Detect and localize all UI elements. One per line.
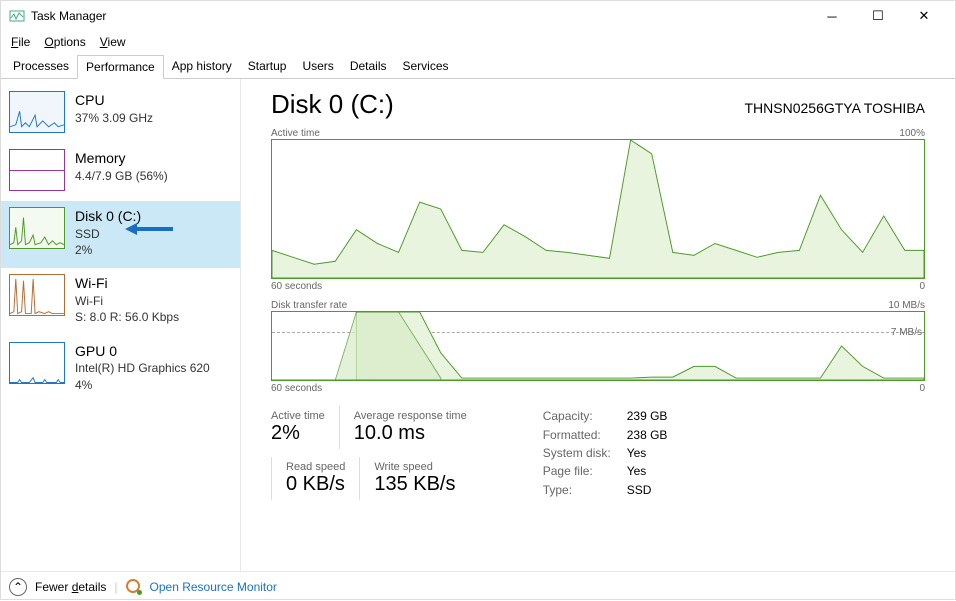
tab-performance[interactable]: Performance: [77, 55, 164, 79]
tab-processes[interactable]: Processes: [5, 55, 77, 78]
gpu-line1: Intel(R) HD Graphics 620: [75, 360, 232, 376]
tab-services[interactable]: Services: [395, 55, 457, 78]
resource-monitor-icon: [126, 579, 142, 595]
sidebar-item-cpu[interactable]: CPU 37% 3.09 GHz: [1, 85, 240, 143]
memory-sub: 4.4/7.9 GB (56%): [75, 168, 232, 184]
memory-title: Memory: [75, 149, 232, 168]
chart2-label-bottomleft: 60 seconds: [271, 383, 322, 394]
stat-avg-response-value: 10.0 ms: [354, 422, 467, 445]
disk-properties-table: Capacity:239 GB Formatted:238 GB System …: [541, 406, 684, 500]
wifi-line2: S: 8.0 R: 56.0 Kbps: [75, 309, 232, 325]
stat-write-speed-label: Write speed: [374, 461, 455, 473]
minimize-button[interactable]: ─: [809, 1, 855, 31]
window-title: Task Manager: [31, 9, 809, 23]
tab-details[interactable]: Details: [342, 55, 395, 78]
stat-active-time-label: Active time: [271, 410, 325, 422]
chart2-label-topleft: Disk transfer rate: [271, 300, 347, 311]
disk-title: Disk 0 (C:): [75, 207, 232, 226]
tabbar: Processes Performance App history Startu…: [1, 53, 955, 79]
sidebar-item-disk0[interactable]: Disk 0 (C:) SSD 2%: [1, 201, 240, 268]
disk-line1: SSD: [75, 226, 232, 242]
disk-line2: 2%: [75, 242, 232, 258]
chart1-label-topleft: Active time: [271, 128, 320, 139]
menu-options[interactable]: Options: [38, 33, 91, 51]
maximize-button[interactable]: ☐: [855, 1, 901, 31]
menu-view[interactable]: View: [94, 33, 132, 51]
gpu-thumbnail-chart: [9, 342, 65, 384]
menu-file[interactable]: File: [5, 33, 36, 51]
cpu-sub: 37% 3.09 GHz: [75, 110, 232, 126]
chart1-label-bottomright: 0: [919, 281, 925, 292]
chart2-label-bottomright: 0: [919, 383, 925, 394]
sidebar-item-memory[interactable]: Memory 4.4/7.9 GB (56%): [1, 143, 240, 201]
tab-startup[interactable]: Startup: [240, 55, 295, 78]
page-title: Disk 0 (C:): [271, 89, 394, 120]
stat-read-speed-value: 0 KB/s: [286, 473, 345, 496]
performance-sidebar: CPU 37% 3.09 GHz Memory 4.4/7.9 GB (56%)…: [1, 79, 241, 571]
stat-read-speed-label: Read speed: [286, 461, 345, 473]
tab-users[interactable]: Users: [294, 55, 341, 78]
sidebar-item-gpu0[interactable]: GPU 0 Intel(R) HD Graphics 620 4%: [1, 336, 240, 403]
wifi-title: Wi-Fi: [75, 274, 232, 293]
main-panel: Disk 0 (C:) THNSN0256GTYA TOSHIBA Active…: [241, 79, 955, 571]
disk-thumbnail-chart: [9, 207, 65, 249]
footer: ⌃ Fewer details | Open Resource Monitor: [1, 571, 955, 601]
memory-thumbnail-chart: [9, 149, 65, 191]
titlebar: Task Manager ─ ☐ ✕: [1, 1, 955, 31]
transfer-rate-chart[interactable]: 7 MB/s: [271, 311, 925, 381]
fewer-details-link[interactable]: Fewer details: [35, 580, 106, 594]
gpu-line2: 4%: [75, 377, 232, 393]
chevron-up-icon[interactable]: ⌃: [9, 578, 27, 596]
chart2-label-topright: 10 MB/s: [888, 300, 925, 311]
menubar: File Options View: [1, 31, 955, 53]
stat-avg-response-label: Average response time: [354, 410, 467, 422]
chart1-label-bottomleft: 60 seconds: [271, 281, 322, 292]
task-manager-icon: [9, 8, 25, 24]
sidebar-item-wifi[interactable]: Wi-Fi Wi-Fi S: 8.0 R: 56.0 Kbps: [1, 268, 240, 335]
tab-app-history[interactable]: App history: [164, 55, 240, 78]
stat-write-speed-value: 135 KB/s: [374, 473, 455, 496]
stat-active-time-value: 2%: [271, 422, 325, 445]
disk-model: THNSN0256GTYA TOSHIBA: [744, 100, 925, 116]
wifi-line1: Wi-Fi: [75, 293, 232, 309]
wifi-thumbnail-chart: [9, 274, 65, 316]
open-resource-monitor-link[interactable]: Open Resource Monitor: [150, 580, 277, 594]
close-button[interactable]: ✕: [901, 1, 947, 31]
cpu-title: CPU: [75, 91, 232, 110]
gpu-title: GPU 0: [75, 342, 232, 361]
active-time-chart[interactable]: [271, 139, 925, 279]
cpu-thumbnail-chart: [9, 91, 65, 133]
chart1-label-topright: 100%: [899, 128, 925, 139]
